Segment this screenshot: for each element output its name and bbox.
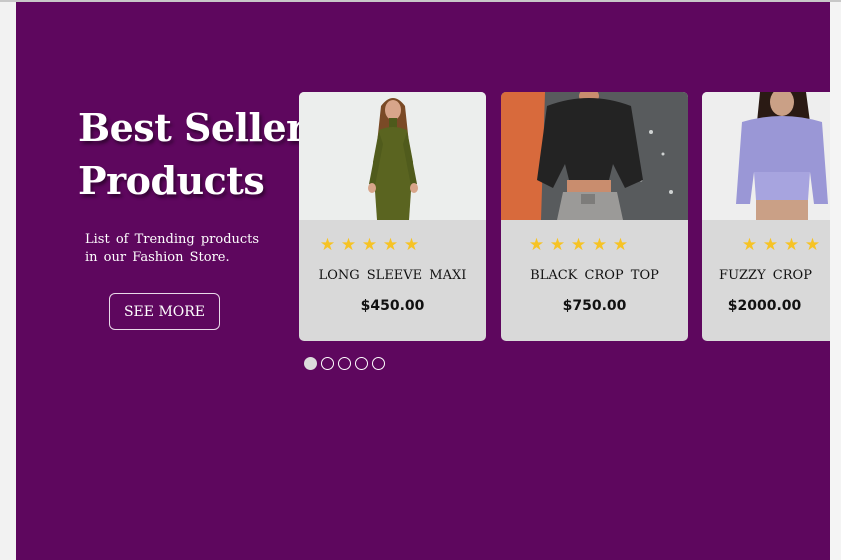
rating-stars: ★ ★ ★ ★	[739, 235, 823, 255]
product-image-fuzzy-crop	[702, 92, 830, 220]
star-icon: ★	[591, 235, 608, 255]
carousel-dot-3[interactable]	[338, 357, 351, 370]
star-icon: ★	[340, 235, 357, 255]
carousel-dot-5[interactable]	[372, 357, 385, 370]
best-seller-section: Best Seller Products List of Trending pr…	[16, 2, 830, 560]
star-icon: ★	[382, 235, 399, 255]
carousel-dot-2[interactable]	[321, 357, 334, 370]
rating-stars: ★ ★ ★ ★ ★	[317, 235, 422, 255]
star-icon: ★	[528, 235, 545, 255]
product-price: $750.00	[562, 298, 627, 314]
carousel-dot-1[interactable]	[304, 357, 317, 370]
product-card-long-sleeve-maxi[interactable]: ★ ★ ★ ★ ★ LONG SLEEVE MAXI $450.00	[299, 92, 486, 341]
star-icon: ★	[361, 235, 378, 255]
section-title-line2: Products	[78, 158, 265, 203]
product-name: FUZZY CROP	[719, 268, 812, 283]
star-icon: ★	[403, 235, 420, 255]
product-card-fuzzy-crop[interactable]: ★ ★ ★ ★ FUZZY CROP $2000.00	[702, 92, 830, 341]
left-gutter	[0, 2, 16, 560]
section-title: Best Seller Products	[78, 101, 306, 207]
section-subtitle-line1: List of Trending products	[85, 232, 260, 247]
section-title-line1: Best Seller	[78, 105, 306, 150]
product-price: $450.00	[360, 298, 425, 314]
product-image-black-crop-top	[501, 92, 688, 220]
star-icon: ★	[570, 235, 587, 255]
star-icon: ★	[804, 235, 821, 255]
see-more-button[interactable]: SEE MORE	[109, 293, 220, 330]
section-subtitle-line2: in our Fashion Store.	[85, 250, 230, 265]
section-subtitle: List of Trending products in our Fashion…	[85, 231, 265, 267]
product-name: BLACK CROP TOP	[530, 268, 659, 283]
carousel-pagination	[304, 357, 389, 373]
right-gutter	[830, 2, 841, 560]
star-icon: ★	[612, 235, 629, 255]
star-icon: ★	[549, 235, 566, 255]
star-icon: ★	[783, 235, 800, 255]
star-icon: ★	[319, 235, 336, 255]
star-icon: ★	[762, 235, 779, 255]
rating-stars: ★ ★ ★ ★ ★	[526, 235, 631, 255]
product-image-long-sleeve-maxi	[299, 92, 486, 220]
carousel-dot-4[interactable]	[355, 357, 368, 370]
product-card-black-crop-top[interactable]: ★ ★ ★ ★ ★ BLACK CROP TOP $750.00	[501, 92, 688, 341]
star-icon: ★	[741, 235, 758, 255]
product-price: $2000.00	[727, 298, 802, 314]
product-name: LONG SLEEVE MAXI	[318, 268, 467, 283]
